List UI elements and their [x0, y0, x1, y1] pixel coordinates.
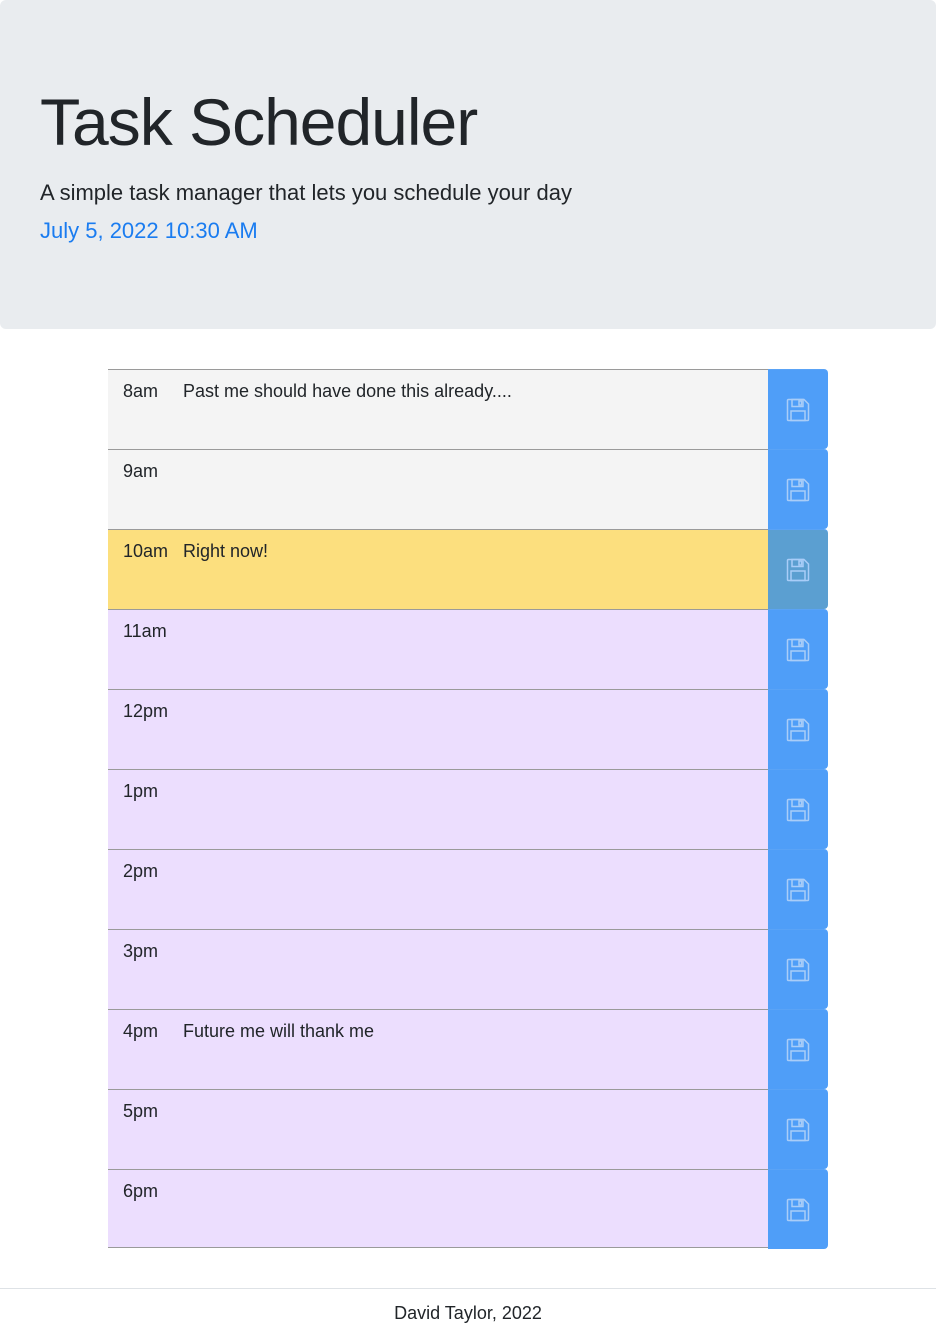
floppy-disk-icon — [785, 557, 811, 583]
task-description-input[interactable] — [183, 939, 758, 1003]
floppy-disk-icon — [785, 477, 811, 503]
floppy-disk-icon — [785, 1117, 811, 1143]
save-button[interactable] — [768, 689, 828, 769]
task-description-input[interactable]: Right now! — [183, 539, 758, 603]
time-block-main: 9am — [108, 449, 768, 529]
time-block-row: 3pm — [108, 929, 828, 1009]
hour-label: 4pm — [123, 1021, 159, 1041]
hour-label: 5pm — [123, 1101, 159, 1121]
hour-label: 10am — [123, 541, 169, 561]
page-subtitle: A simple task manager that lets you sche… — [40, 180, 572, 205]
time-block-main: 10am Right now! — [108, 529, 768, 609]
header-jumbotron: Task Scheduler A simple task manager tha… — [0, 0, 936, 329]
task-description-input[interactable] — [183, 859, 758, 923]
schedule-container: 8am Past me should have done this already… — [108, 369, 828, 1249]
task-description-input[interactable] — [183, 619, 758, 683]
time-block-main: 3pm — [108, 929, 768, 1009]
time-block-main: 6pm — [108, 1169, 768, 1248]
time-block-main: 1pm — [108, 769, 768, 849]
current-datetime: July 5, 2022 10:30 AM — [40, 218, 258, 243]
time-block-main: 4pm Future me will thank me — [108, 1009, 768, 1089]
time-block-main: 11am — [108, 609, 768, 689]
save-button[interactable] — [768, 769, 828, 849]
save-button[interactable] — [768, 369, 828, 449]
save-button[interactable] — [768, 609, 828, 689]
time-block-row: 1pm — [108, 769, 828, 849]
save-button[interactable] — [768, 1009, 828, 1089]
save-button[interactable] — [768, 529, 828, 609]
time-block-row: 8am Past me should have done this already… — [108, 369, 828, 449]
floppy-disk-icon — [785, 397, 811, 423]
task-description-input[interactable] — [183, 1179, 758, 1241]
task-description-input[interactable]: Past me should have done this already...… — [183, 379, 758, 443]
floppy-disk-icon — [785, 637, 811, 663]
footer-credit: David Taylor, 2022 — [394, 1303, 542, 1323]
hour-label: 2pm — [123, 861, 159, 881]
hour-label: 9am — [123, 461, 159, 481]
time-block-row: 11am — [108, 609, 828, 689]
save-button[interactable] — [768, 1089, 828, 1169]
save-button[interactable] — [768, 849, 828, 929]
floppy-disk-icon — [785, 877, 811, 903]
time-block-main: 12pm — [108, 689, 768, 769]
hour-label: 12pm — [123, 701, 169, 721]
time-block-row: 10am Right now! — [108, 529, 828, 609]
task-description-input[interactable] — [183, 779, 758, 843]
floppy-disk-icon — [785, 1197, 811, 1223]
time-block-main: 2pm — [108, 849, 768, 929]
time-block-row: 6pm — [108, 1169, 828, 1249]
page-title: Task Scheduler — [40, 85, 478, 159]
footer: David Taylor, 2022 — [0, 1288, 936, 1340]
floppy-disk-icon — [785, 797, 811, 823]
time-block-row: 5pm — [108, 1089, 828, 1169]
task-description-input[interactable] — [183, 1099, 758, 1163]
hour-label: 3pm — [123, 941, 159, 961]
floppy-disk-icon — [785, 717, 811, 743]
time-block-main: 5pm — [108, 1089, 768, 1169]
task-description-input[interactable]: Future me will thank me — [183, 1019, 758, 1083]
task-description-input[interactable] — [183, 699, 758, 763]
save-button[interactable] — [768, 449, 828, 529]
floppy-disk-icon — [785, 957, 811, 983]
time-block-row: 9am — [108, 449, 828, 529]
time-block-main: 8am Past me should have done this already… — [108, 369, 768, 449]
floppy-disk-icon — [785, 1037, 811, 1063]
hour-label: 6pm — [123, 1181, 159, 1201]
task-description-input[interactable] — [183, 459, 758, 523]
time-block-row: 12pm — [108, 689, 828, 769]
save-button[interactable] — [768, 1169, 828, 1249]
hour-label: 11am — [123, 621, 167, 641]
save-button[interactable] — [768, 929, 828, 1009]
hour-label: 1pm — [123, 781, 159, 801]
time-block-row: 4pm Future me will thank me — [108, 1009, 828, 1089]
hour-label: 8am — [123, 381, 159, 401]
time-block-row: 2pm — [108, 849, 828, 929]
